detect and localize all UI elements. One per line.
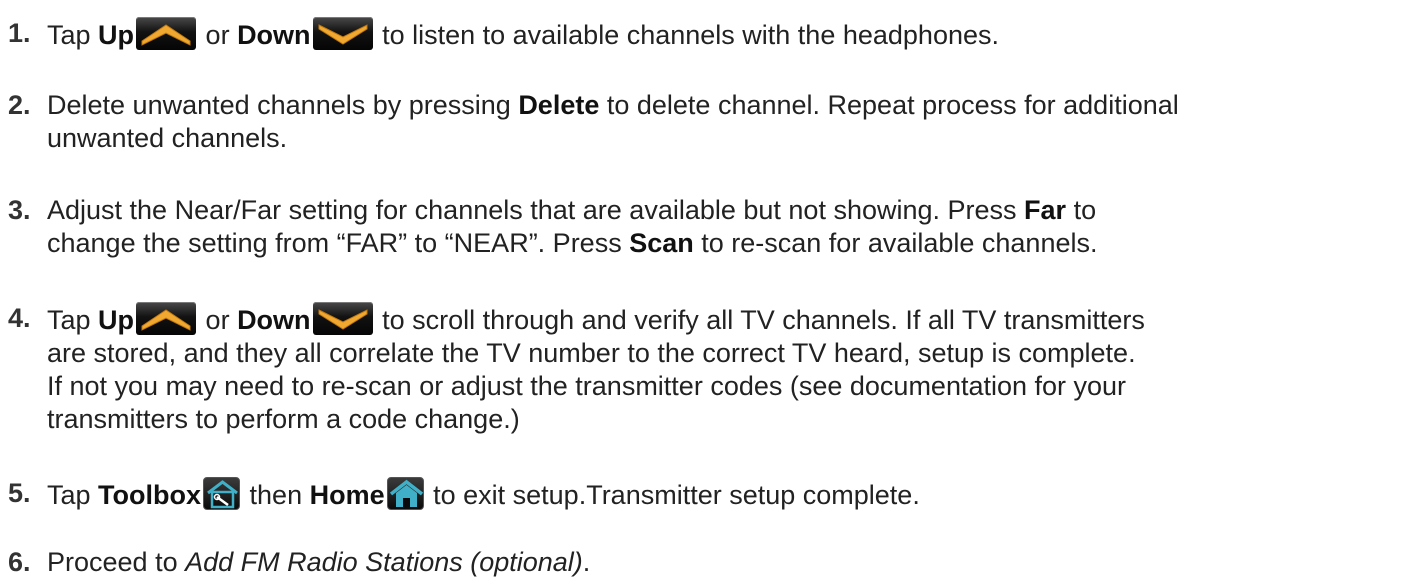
button-name: Toolbox [98,480,202,510]
home-icon [386,477,424,510]
step-number: 1. [8,18,31,48]
step-line: unwanted channels. [47,122,1410,155]
button-name: Down [237,305,311,335]
instruction-text: . [582,547,591,577]
instruction-text: Tap [47,20,99,50]
step-4: 4. Tap Up or Down to scroll through and … [0,302,1410,436]
step-number: 4. [8,303,31,333]
button-name: Up [98,20,135,50]
down-arrow-icon [312,302,373,335]
instruction-text: to listen to available channels with the… [374,20,999,50]
instruction-text: If not you may need to re-scan or adjust… [47,371,1127,401]
instruction-text: transmitters to perform a code change.) [47,404,520,434]
instruction-text: to delete channel. Repeat process for ad… [599,90,1179,120]
instruction-text: then [242,480,310,510]
step-line: If not you may need to re-scan or adjust… [47,370,1410,403]
button-name: Down [237,20,311,50]
instruction-text: Adjust the Near/Far setting for channels… [47,195,1025,225]
instruction-text: change the setting from “FAR” to “NEAR”.… [47,228,630,258]
instruction-page: 1. Tap Up or Down to listen to available… [0,0,1415,585]
up-arrow-icon [136,17,197,50]
instruction-text: to [1066,195,1097,225]
instruction-text: Tap [47,305,99,335]
button-name: Home [309,480,385,510]
step-text: Tap Up or Down to scroll through and ver… [47,302,1410,436]
step-number: 3. [8,195,31,225]
step-6: 6. Proceed to Add FM Radio Stations (opt… [0,546,1410,579]
step-2: 2. Delete unwanted channels by pressing … [0,89,1410,155]
instruction-text: Delete unwanted channels by pressing [47,90,519,120]
down-arrow-icon [312,17,373,50]
step-number: 5. [8,478,31,508]
step-line: Tap Up or Down to listen to available ch… [47,17,1410,52]
step-3: 3. Adjust the Near/Far setting for chann… [0,194,1410,260]
instruction-text: or [198,20,238,50]
step-line: change the setting from “FAR” to “NEAR”.… [47,227,1410,260]
button-name: Up [98,305,135,335]
toolbox-icon [203,477,241,510]
step-line: Tap Toolbox then Home to exit setup.Tran… [47,477,1410,512]
instruction-text: to exit setup.Transmitter setup complete… [425,480,920,510]
button-name: Scan [629,228,694,258]
up-arrow-icon [136,302,197,335]
step-text: Tap Up or Down to listen to available ch… [47,17,1410,52]
step-line: Delete unwanted channels by pressing Del… [47,89,1410,122]
instruction-text: Proceed to [47,547,186,577]
step-5: 5. Tap Toolbox then Home to exit setup.T… [0,477,1410,512]
button-name: Far [1024,195,1067,225]
step-line: Adjust the Near/Far setting for channels… [47,194,1410,227]
section-reference: Add FM Radio Stations (optional) [185,547,583,577]
step-line: Tap Up or Down to scroll through and ver… [47,302,1410,337]
button-name: Delete [518,90,600,120]
step-number: 2. [8,90,31,120]
step-line: transmitters to perform a code change.) [47,403,1410,436]
step-line: are stored, and they all correlate the T… [47,337,1410,370]
step-text: Proceed to Add FM Radio Stations (option… [47,546,1410,579]
step-text: Delete unwanted channels by pressing Del… [47,89,1410,155]
step-text: Adjust the Near/Far setting for channels… [47,194,1410,260]
step-1: 1. Tap Up or Down to listen to available… [0,17,1410,52]
instruction-text: to re-scan for available channels. [693,228,1098,258]
instruction-text: or [198,305,238,335]
step-line: Proceed to Add FM Radio Stations (option… [47,546,1410,579]
step-number: 6. [8,547,31,577]
instruction-text: to scroll through and verify all TV chan… [374,305,1145,335]
step-text: Tap Toolbox then Home to exit setup.Tran… [47,477,1410,512]
instruction-text: are stored, and they all correlate the T… [47,338,1136,368]
instruction-text: Tap [47,480,99,510]
instruction-text: unwanted channels. [47,123,288,153]
